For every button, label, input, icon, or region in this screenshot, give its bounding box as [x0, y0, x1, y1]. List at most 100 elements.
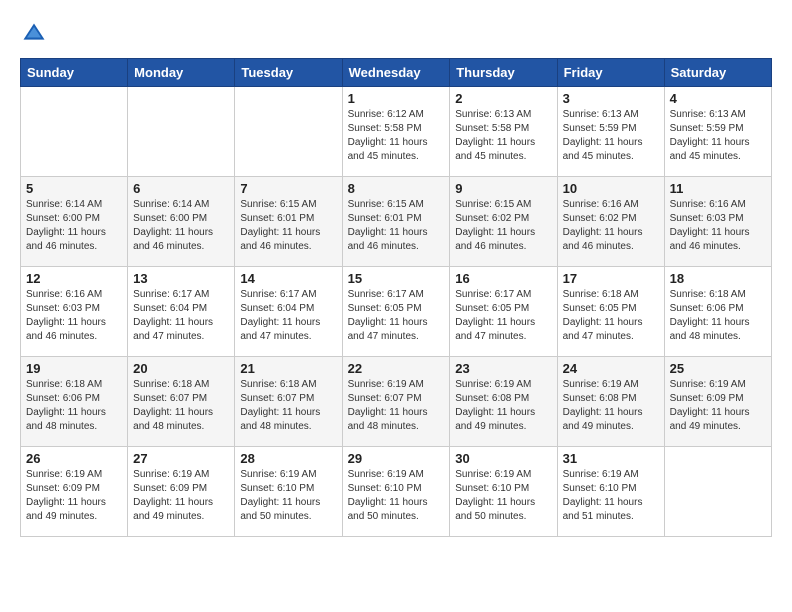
day-number: 15 — [348, 271, 445, 286]
day-number: 23 — [455, 361, 551, 376]
day-number: 26 — [26, 451, 122, 466]
day-info: Sunrise: 6:17 AM Sunset: 6:05 PM Dayligh… — [348, 288, 445, 344]
calendar-cell — [664, 447, 771, 537]
day-info: Sunrise: 6:15 AM Sunset: 6:01 PM Dayligh… — [240, 198, 336, 254]
day-number: 12 — [26, 271, 122, 286]
calendar-cell: 1 Sunrise: 6:12 AM Sunset: 5:58 PM Daylig… — [342, 87, 450, 177]
day-number: 6 — [133, 181, 229, 196]
day-info: Sunrise: 6:19 AM Sunset: 6:09 PM Dayligh… — [670, 378, 766, 434]
day-number: 11 — [670, 181, 766, 196]
day-number: 3 — [563, 91, 659, 106]
header-row: SundayMondayTuesdayWednesdayThursdayFrid… — [21, 59, 772, 87]
calendar-cell: 10 Sunrise: 6:16 AM Sunset: 6:02 PM Dayli… — [557, 177, 664, 267]
day-info: Sunrise: 6:19 AM Sunset: 6:10 PM Dayligh… — [563, 468, 659, 524]
calendar-cell: 2Sunrise: 6:13 AM Sunset: 5:58 PM Daylig… — [450, 87, 557, 177]
day-info: Sunrise: 6:17 AM Sunset: 6:04 PM Dayligh… — [240, 288, 336, 344]
day-number: 18 — [670, 271, 766, 286]
calendar-cell — [128, 87, 235, 177]
calendar-cell — [235, 87, 342, 177]
calendar-cell: 7 Sunrise: 6:15 AM Sunset: 6:01 PM Daylig… — [235, 177, 342, 267]
header-friday: Friday — [557, 59, 664, 87]
day-info: Sunrise: 6:19 AM Sunset: 6:10 PM Dayligh… — [348, 468, 445, 524]
day-info: Sunrise: 6:18 AM Sunset: 6:06 PM Dayligh… — [670, 288, 766, 344]
day-number: 20 — [133, 361, 229, 376]
calendar-cell: 3 Sunrise: 6:13 AM Sunset: 5:59 PM Daylig… — [557, 87, 664, 177]
day-number: 24 — [563, 361, 659, 376]
calendar-cell: 27Sunrise: 6:19 AM Sunset: 6:09 PM Dayli… — [128, 447, 235, 537]
day-number: 25 — [670, 361, 766, 376]
day-info: Sunrise: 6:18 AM Sunset: 6:06 PM Dayligh… — [26, 378, 122, 434]
week-row-1: 5 Sunrise: 6:14 AM Sunset: 6:00 PM Daylig… — [21, 177, 772, 267]
header-tuesday: Tuesday — [235, 59, 342, 87]
day-number: 1 — [348, 91, 445, 106]
day-info: Sunrise: 6:19 AM Sunset: 6:08 PM Dayligh… — [455, 378, 551, 434]
calendar-cell: 20 Sunrise: 6:18 AM Sunset: 6:07 PM Dayli… — [128, 357, 235, 447]
day-info: Sunrise: 6:16 AM Sunset: 6:03 PM Dayligh… — [670, 198, 766, 254]
calendar-cell: 14 Sunrise: 6:17 AM Sunset: 6:04 PM Dayli… — [235, 267, 342, 357]
header-saturday: Saturday — [664, 59, 771, 87]
calendar-cell: 4 Sunrise: 6:13 AM Sunset: 5:59 PM Daylig… — [664, 87, 771, 177]
day-info: Sunrise: 6:13 AM Sunset: 5:59 PM Dayligh… — [563, 108, 659, 164]
day-info: Sunrise: 6:19 AM Sunset: 6:10 PM Dayligh… — [455, 468, 551, 524]
day-info: Sunrise: 6:19 AM Sunset: 6:09 PM Dayligh… — [26, 468, 122, 524]
calendar-cell: 22 Sunrise: 6:19 AM Sunset: 6:07 PM Dayli… — [342, 357, 450, 447]
day-info: Sunrise: 6:19 AM Sunset: 6:07 PM Dayligh… — [348, 378, 445, 434]
calendar-cell: 21 Sunrise: 6:18 AM Sunset: 6:07 PM Dayli… — [235, 357, 342, 447]
day-number: 16 — [455, 271, 551, 286]
week-row-4: 26 Sunrise: 6:19 AM Sunset: 6:09 PM Dayli… — [21, 447, 772, 537]
calendar-header: SundayMondayTuesdayWednesdayThursdayFrid… — [21, 59, 772, 87]
day-info: Sunrise: 6:16 AM Sunset: 6:02 PM Dayligh… — [563, 198, 659, 254]
day-number: 10 — [563, 181, 659, 196]
day-info: Sunrise: 6:14 AM Sunset: 6:00 PM Dayligh… — [26, 198, 122, 254]
day-number: 8 — [348, 181, 445, 196]
day-info: Sunrise: 6:14 AM Sunset: 6:00 PM Dayligh… — [133, 198, 229, 254]
day-info: Sunrise: 6:19 AM Sunset: 6:10 PM Dayligh… — [240, 468, 336, 524]
calendar-cell: 11 Sunrise: 6:16 AM Sunset: 6:03 PM Dayli… — [664, 177, 771, 267]
day-info: Sunrise: 6:12 AM Sunset: 5:58 PM Dayligh… — [348, 108, 445, 164]
day-info: Sunrise: 6:13 AM Sunset: 5:59 PM Dayligh… — [670, 108, 766, 164]
calendar-cell: 19 Sunrise: 6:18 AM Sunset: 6:06 PM Dayli… — [21, 357, 128, 447]
logo — [20, 20, 52, 48]
day-number: 21 — [240, 361, 336, 376]
day-number: 13 — [133, 271, 229, 286]
day-number: 28 — [240, 451, 336, 466]
day-number: 7 — [240, 181, 336, 196]
calendar-cell: 31 Sunrise: 6:19 AM Sunset: 6:10 PM Dayli… — [557, 447, 664, 537]
day-number: 27 — [133, 451, 229, 466]
header-thursday: Thursday — [450, 59, 557, 87]
day-info: Sunrise: 6:18 AM Sunset: 6:05 PM Dayligh… — [563, 288, 659, 344]
day-info: Sunrise: 6:18 AM Sunset: 6:07 PM Dayligh… — [133, 378, 229, 434]
week-row-0: 1 Sunrise: 6:12 AM Sunset: 5:58 PM Daylig… — [21, 87, 772, 177]
day-number: 14 — [240, 271, 336, 286]
calendar-cell: 24Sunrise: 6:19 AM Sunset: 6:08 PM Dayli… — [557, 357, 664, 447]
day-number: 4 — [670, 91, 766, 106]
day-number: 31 — [563, 451, 659, 466]
calendar-cell: 18 Sunrise: 6:18 AM Sunset: 6:06 PM Dayli… — [664, 267, 771, 357]
calendar-cell: 28 Sunrise: 6:19 AM Sunset: 6:10 PM Dayli… — [235, 447, 342, 537]
header-wednesday: Wednesday — [342, 59, 450, 87]
calendar-cell: 5 Sunrise: 6:14 AM Sunset: 6:00 PM Daylig… — [21, 177, 128, 267]
day-number: 19 — [26, 361, 122, 376]
calendar-cell: 25 Sunrise: 6:19 AM Sunset: 6:09 PM Dayli… — [664, 357, 771, 447]
calendar-cell: 8 Sunrise: 6:15 AM Sunset: 6:01 PM Daylig… — [342, 177, 450, 267]
day-number: 29 — [348, 451, 445, 466]
day-info: Sunrise: 6:15 AM Sunset: 6:01 PM Dayligh… — [348, 198, 445, 254]
day-number: 17 — [563, 271, 659, 286]
day-number: 5 — [26, 181, 122, 196]
calendar-cell: 16 Sunrise: 6:17 AM Sunset: 6:05 PM Dayli… — [450, 267, 557, 357]
day-number: 9 — [455, 181, 551, 196]
calendar-table: SundayMondayTuesdayWednesdayThursdayFrid… — [20, 58, 772, 537]
calendar-cell: 6 Sunrise: 6:14 AM Sunset: 6:00 PM Daylig… — [128, 177, 235, 267]
day-number: 2 — [455, 91, 551, 106]
day-info: Sunrise: 6:17 AM Sunset: 6:05 PM Dayligh… — [455, 288, 551, 344]
calendar-cell: 17 Sunrise: 6:18 AM Sunset: 6:05 PM Dayli… — [557, 267, 664, 357]
day-number: 22 — [348, 361, 445, 376]
header-monday: Monday — [128, 59, 235, 87]
day-info: Sunrise: 6:18 AM Sunset: 6:07 PM Dayligh… — [240, 378, 336, 434]
day-number: 30 — [455, 451, 551, 466]
week-row-2: 12 Sunrise: 6:16 AM Sunset: 6:03 PM Dayli… — [21, 267, 772, 357]
day-info: Sunrise: 6:16 AM Sunset: 6:03 PM Dayligh… — [26, 288, 122, 344]
logo-icon — [20, 20, 48, 48]
day-info: Sunrise: 6:15 AM Sunset: 6:02 PM Dayligh… — [455, 198, 551, 254]
calendar-cell: 30 Sunrise: 6:19 AM Sunset: 6:10 PM Dayli… — [450, 447, 557, 537]
